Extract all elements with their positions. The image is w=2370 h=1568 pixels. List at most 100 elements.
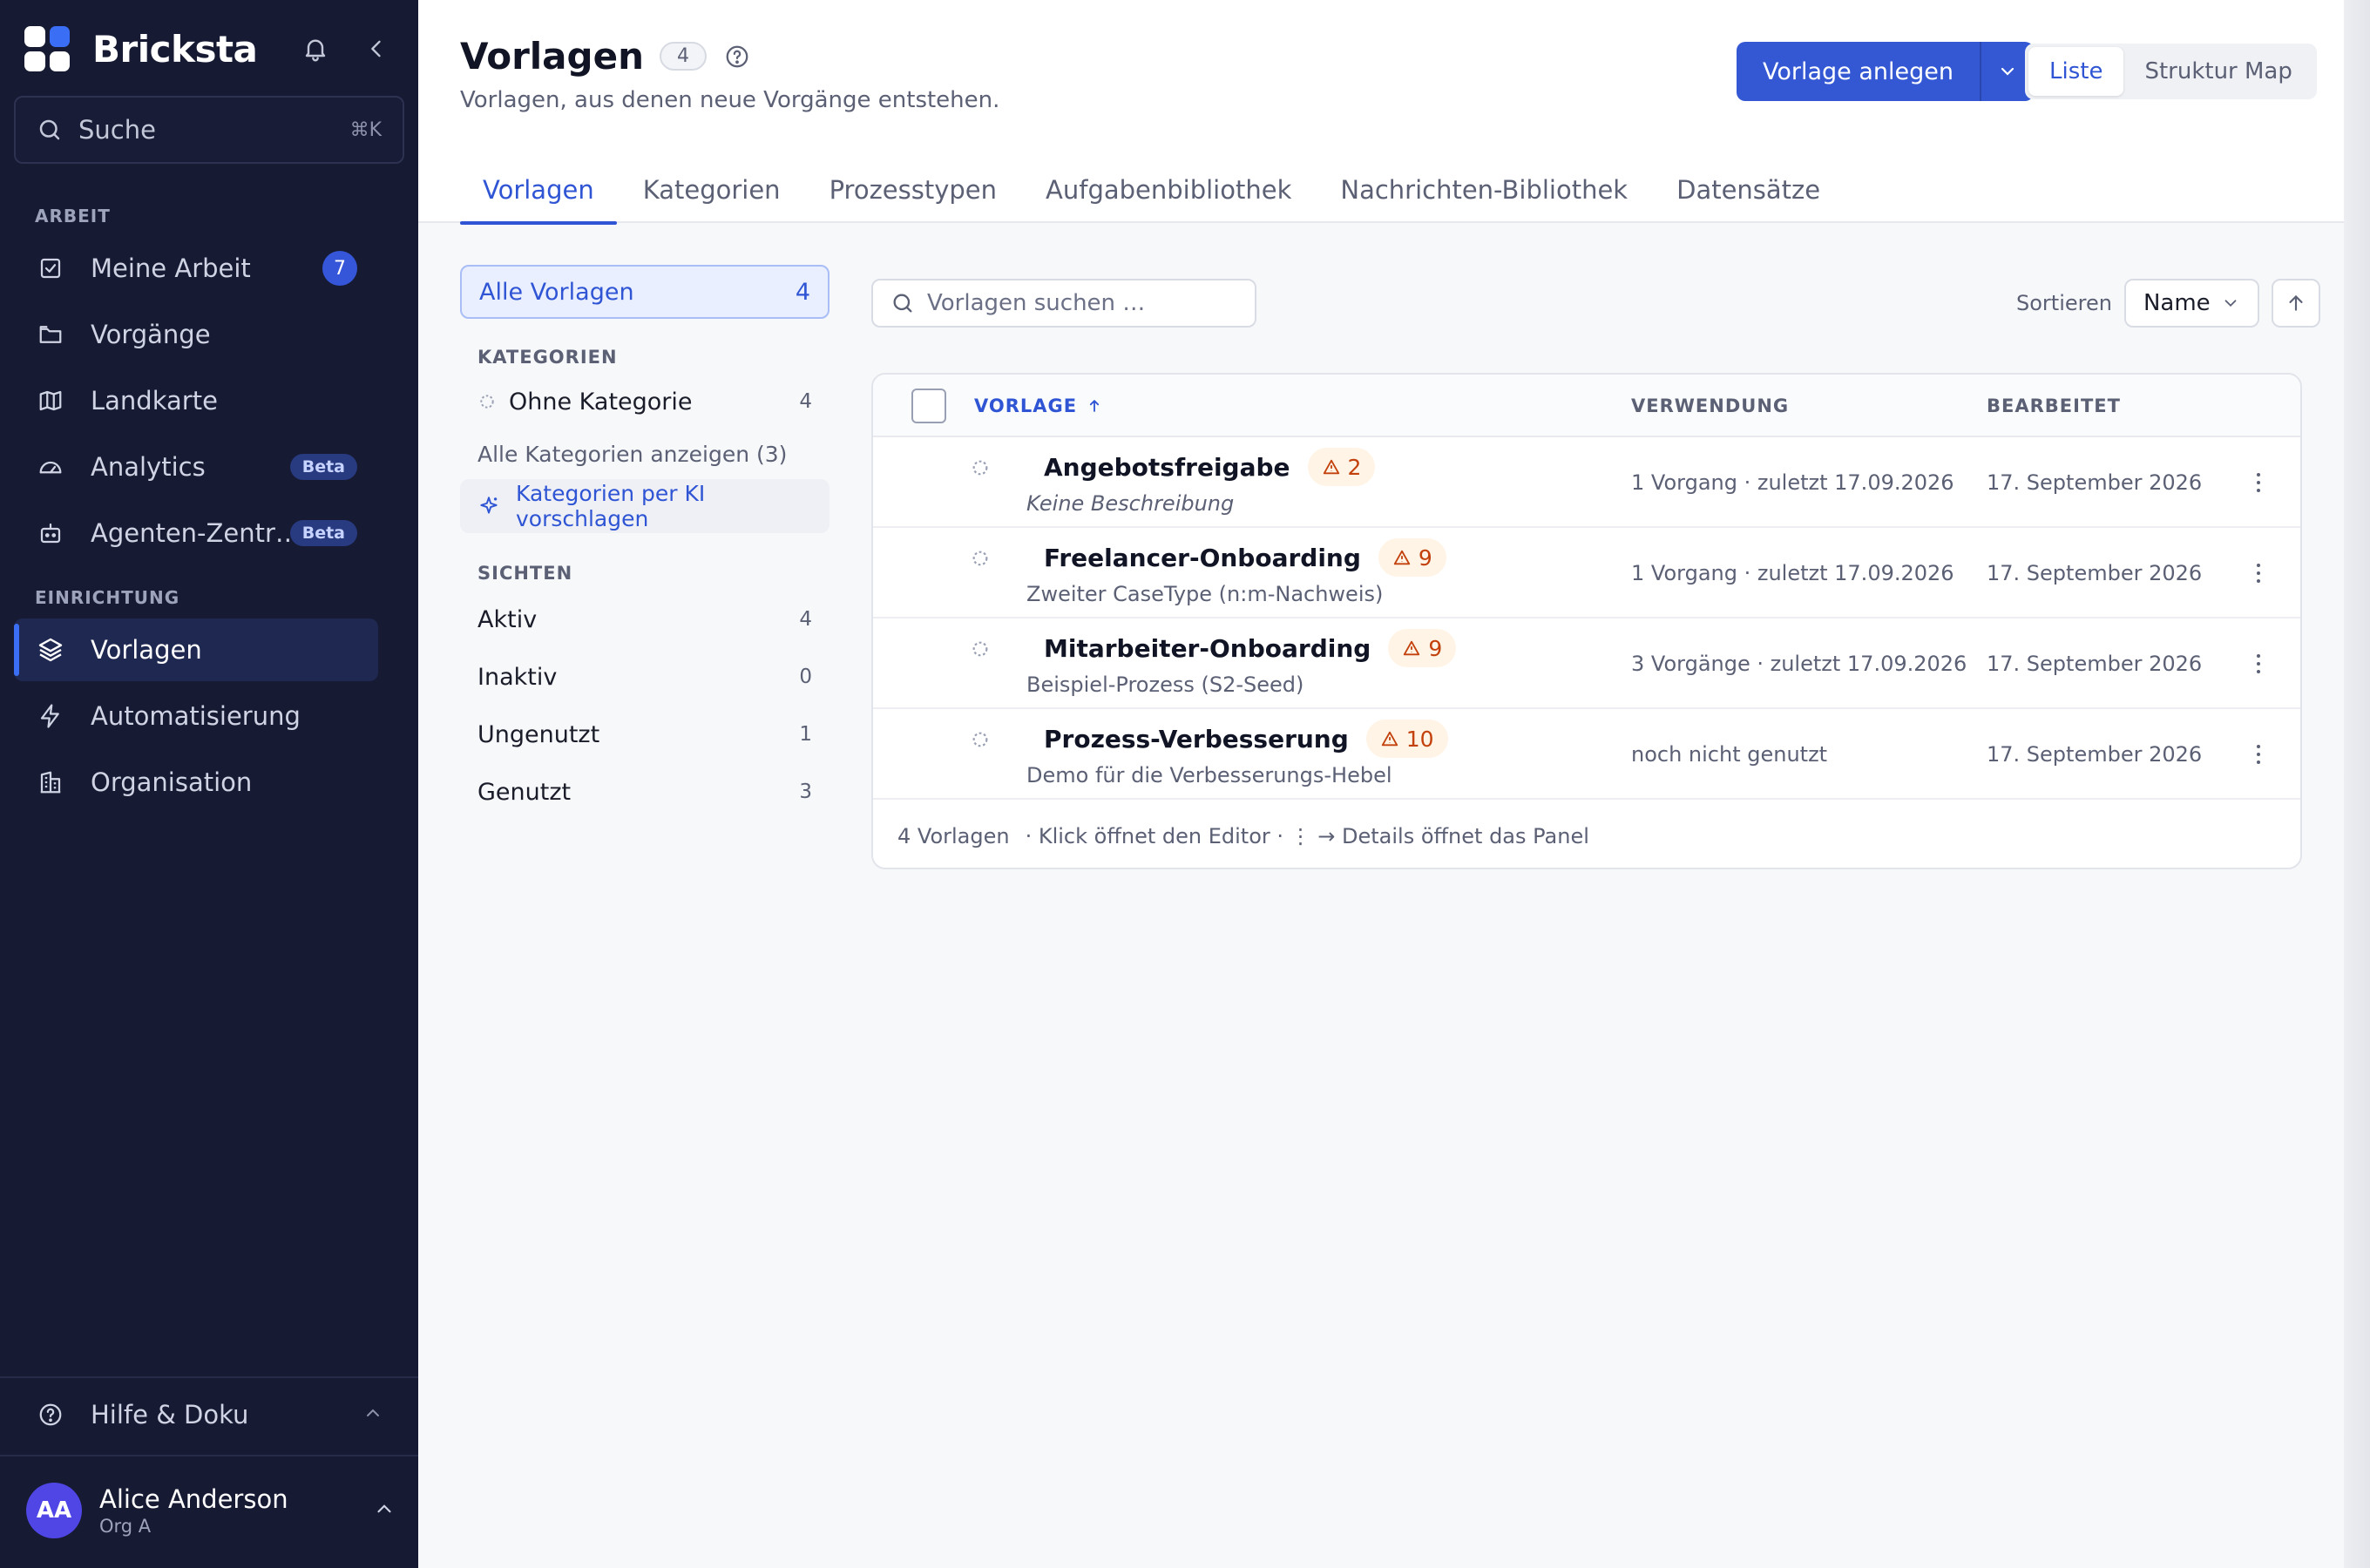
more-vertical-icon[interactable] xyxy=(2243,737,2274,772)
template-edited-date: 17. September 2026 xyxy=(1987,470,2203,495)
sidebar-item-agenten-zentrale[interactable]: Agenten-Zentr… Beta xyxy=(14,502,378,564)
count-badge: 7 xyxy=(322,251,357,286)
view-item-inaktiv[interactable]: Inaktiv 0 xyxy=(460,648,830,706)
view-label: Aktiv xyxy=(477,605,538,633)
template-usage: 1 Vorgang · zuletzt 17.09.2026 xyxy=(1631,561,1954,585)
table-footer: 4 Vorlagen · Klick öffnet den Editor · ⋮… xyxy=(873,801,2300,868)
template-name[interactable]: Prozess-Verbesserung 10 xyxy=(1044,720,1448,758)
warning-badge[interactable]: 9 xyxy=(1378,538,1446,577)
view-label: Inaktiv xyxy=(477,663,558,691)
sidebar-item-label: Vorgänge xyxy=(91,320,211,349)
tab-vorlagen[interactable]: Vorlagen xyxy=(460,157,617,225)
template-name[interactable]: Mitarbeiter-Onboarding 9 xyxy=(1044,629,1457,667)
page-title: Vorlagen xyxy=(460,35,644,78)
warning-count: 9 xyxy=(1418,544,1432,571)
table-row[interactable]: Prozess-Verbesserung 10 Demo für die Ver… xyxy=(873,709,2300,800)
tab-prozesstypen[interactable]: Prozesstypen xyxy=(807,157,1019,223)
table-row[interactable]: Freelancer-Onboarding 9 Zweiter CaseType… xyxy=(873,528,2300,618)
status-dashed-circle-icon xyxy=(971,730,990,749)
table-row[interactable]: Mitarbeiter-Onboarding 9 Beispiel-Prozes… xyxy=(873,618,2300,709)
sort-direction-button[interactable] xyxy=(2271,279,2320,328)
sidebar-item-vorlagen[interactable]: Vorlagen xyxy=(14,618,378,681)
section-label-setup: EINRICHTUNG xyxy=(35,587,180,608)
show-all-categories-link[interactable]: Alle Kategorien anzeigen (3) xyxy=(460,429,830,479)
warning-count: 2 xyxy=(1347,454,1362,480)
help-and-docs[interactable]: Hilfe & Doku xyxy=(14,1385,404,1444)
window-edge xyxy=(2344,0,2370,1568)
categories-heading: KATEGORIEN xyxy=(477,347,618,368)
sidebar-item-analytics[interactable]: Analytics Beta xyxy=(14,436,378,498)
bell-icon[interactable] xyxy=(298,31,333,66)
create-template-button[interactable]: Vorlage anlegen xyxy=(1737,42,1980,101)
help-icon[interactable] xyxy=(722,42,752,71)
page-header: Vorlagen 4 Vorlagen, aus denen neue Vorg… xyxy=(418,0,2344,225)
view-option-liste[interactable]: Liste xyxy=(2028,47,2124,96)
sidebar-search[interactable]: Suche ⌘K xyxy=(14,96,404,164)
search-icon xyxy=(893,294,912,313)
select-all-checkbox[interactable] xyxy=(911,389,946,423)
tab-bar: Vorlagen Kategorien Prozesstypen Aufgabe… xyxy=(460,157,1846,225)
warning-triangle-icon xyxy=(1402,639,1421,658)
sort-select[interactable]: Name xyxy=(2123,279,2259,328)
title-count-badge: 4 xyxy=(659,42,707,71)
view-item-ungenutzt[interactable]: Ungenutzt 1 xyxy=(460,706,830,763)
filter-label: Alle Vorlagen xyxy=(479,278,634,306)
view-option-struktur-map[interactable]: Struktur Map xyxy=(2123,47,2312,96)
column-header-verwendung[interactable]: VERWENDUNG xyxy=(1631,395,1789,416)
sidebar-item-meine-arbeit[interactable]: Meine Arbeit 7 xyxy=(14,237,378,300)
status-dashed-circle-icon xyxy=(971,549,990,568)
sidebar-item-automatisierung[interactable]: Automatisierung xyxy=(14,685,378,747)
template-description: Demo für die Verbesserungs-Hebel xyxy=(1026,763,1392,787)
question-circle-icon xyxy=(35,1399,66,1430)
view-count: 0 xyxy=(799,666,812,688)
template-search-input[interactable]: Vorlagen suchen … xyxy=(871,279,1256,328)
warning-badge[interactable]: 2 xyxy=(1307,448,1376,486)
view-count: 3 xyxy=(799,781,812,803)
view-toggle: Liste Struktur Map xyxy=(2025,44,2317,99)
more-vertical-icon[interactable] xyxy=(2243,465,2274,500)
user-name: Alice Anderson xyxy=(99,1484,288,1514)
filter-count: 4 xyxy=(795,278,810,306)
tab-aufgabenbibliothek[interactable]: Aufgabenbibliothek xyxy=(1023,157,1314,223)
arrow-up-icon xyxy=(2289,294,2303,311)
template-description: Zweiter CaseType (n:m-Nachweis) xyxy=(1026,582,1384,606)
collapse-sidebar-icon[interactable] xyxy=(359,31,394,66)
tab-nachrichten-bibliothek[interactable]: Nachrichten-Bibliothek xyxy=(1317,157,1650,223)
tab-kategorien[interactable]: Kategorien xyxy=(620,157,803,223)
view-item-aktiv[interactable]: Aktiv 4 xyxy=(460,591,830,648)
sidebar-item-vorgaenge[interactable]: Vorgänge xyxy=(14,303,378,366)
brand-name: Bricksta xyxy=(92,27,258,71)
view-item-genutzt[interactable]: Genutzt 3 xyxy=(460,763,830,821)
user-org: Org A xyxy=(99,1516,152,1537)
sidebar-divider xyxy=(0,1376,418,1378)
table-row[interactable]: Angebotsfreigabe 2 Keine Beschreibung 1 … xyxy=(873,437,2300,528)
template-name[interactable]: Angebotsfreigabe 2 xyxy=(1044,448,1376,486)
section-label-work: ARBEIT xyxy=(35,206,111,226)
map-icon xyxy=(35,385,66,416)
warning-badge[interactable]: 10 xyxy=(1365,720,1448,758)
more-vertical-icon[interactable] xyxy=(2243,646,2274,681)
sidebar-item-landkarte[interactable]: Landkarte xyxy=(14,369,378,432)
column-header-bearbeitet[interactable]: BEARBEITET xyxy=(1987,395,2121,416)
template-name[interactable]: Freelancer-Onboarding 9 xyxy=(1044,538,1446,577)
table-header: VORLAGE VERWENDUNG BEARBEITET xyxy=(873,375,2300,437)
more-vertical-icon[interactable] xyxy=(2243,556,2274,591)
sort-controls: Sortieren Name xyxy=(2016,279,2320,328)
status-dashed-circle-icon xyxy=(971,639,990,659)
user-menu[interactable]: AA Alice Anderson Org A xyxy=(26,1479,396,1542)
column-header-vorlage[interactable]: VORLAGE xyxy=(974,395,1103,416)
tab-datensaetze[interactable]: Datensätze xyxy=(1654,157,1843,223)
views-heading: SICHTEN xyxy=(477,563,573,584)
category-item-ohne-kategorie[interactable]: Ohne Kategorie 4 xyxy=(460,375,830,429)
template-search-placeholder: Vorlagen suchen … xyxy=(927,290,1146,316)
warning-badge[interactable]: 9 xyxy=(1388,629,1457,667)
sidebar-item-organisation[interactable]: Organisation xyxy=(14,751,378,814)
template-name-text: Mitarbeiter-Onboarding xyxy=(1044,633,1371,663)
ai-suggest-categories-button[interactable]: Kategorien per KI vorschlagen xyxy=(460,479,830,533)
filter-all-templates[interactable]: Alle Vorlagen 4 xyxy=(460,265,830,319)
view-label: Genutzt xyxy=(477,778,572,806)
template-description: Beispiel-Prozess (S2-Seed) xyxy=(1026,672,1304,697)
warning-triangle-icon xyxy=(1322,457,1341,476)
template-usage: 3 Vorgänge · zuletzt 17.09.2026 xyxy=(1631,652,1967,676)
template-edited-date: 17. September 2026 xyxy=(1987,652,2203,676)
